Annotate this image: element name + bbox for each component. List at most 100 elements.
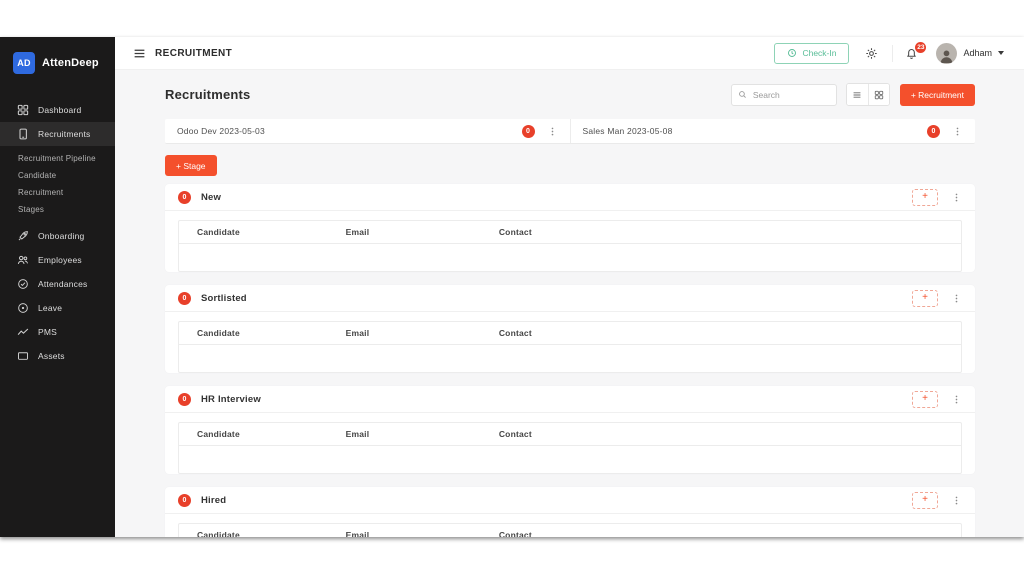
notifications-button[interactable]: 23 [905, 47, 918, 60]
kebab-icon [951, 394, 962, 405]
stage-menu-button[interactable] [938, 394, 962, 405]
stage-title: Sortlisted [201, 293, 912, 304]
sidebar-nav: Dashboard Recruitments Recruitment Pipel… [0, 98, 115, 368]
sidebar-item-pms[interactable]: PMS [0, 320, 115, 344]
sidebar-item-label: Dashboard [38, 105, 81, 115]
add-candidate-button[interactable]: + [912, 492, 938, 509]
add-candidate-button[interactable]: + [912, 189, 938, 206]
sidebar-item-label: Employees [38, 255, 82, 265]
table-empty-body [179, 244, 961, 271]
candidates-table: Candidate Email Contact [178, 523, 962, 537]
column-header-candidate: Candidate [179, 429, 328, 439]
tab-menu-button[interactable] [940, 126, 963, 137]
candidates-table: Candidate Email Contact [178, 422, 962, 474]
sidebar-item-employees[interactable]: Employees [0, 248, 115, 272]
tab-label: Odoo Dev 2023-05-03 [177, 126, 522, 136]
stage-card-sortlisted: 0 Sortlisted + Candidate Email Contact [165, 285, 975, 373]
stage-card-header: 0 Hired + [165, 487, 975, 514]
sidebar-subitem-candidate[interactable]: Candidate [0, 167, 115, 184]
sidebar: AD AttenDeep Dashboard Recruitments Recr… [0, 37, 115, 537]
tab-count-badge: 0 [522, 125, 535, 138]
tab-sales-man[interactable]: Sales Man 2023-05-08 0 [570, 119, 976, 143]
table-empty-body [179, 345, 961, 372]
kebab-icon [951, 293, 962, 304]
table-header-row: Candidate Email Contact [179, 322, 961, 345]
stage-menu-button[interactable] [938, 293, 962, 304]
stage-card-header: 0 New + [165, 184, 975, 211]
list-view-button[interactable] [847, 84, 868, 105]
app-window: AD AttenDeep Dashboard Recruitments Recr… [0, 37, 1024, 537]
add-stage-button[interactable]: + Stage [165, 155, 217, 176]
column-header-candidate: Candidate [179, 530, 328, 537]
stage-menu-button[interactable] [938, 495, 962, 506]
rocket-icon [17, 230, 29, 242]
stage-count-badge: 0 [178, 292, 191, 305]
topbar-divider [892, 45, 893, 62]
column-header-candidate: Candidate [179, 227, 328, 237]
brand-name: AttenDeep [42, 57, 99, 69]
table-empty-body [179, 446, 961, 473]
sidebar-item-label: Onboarding [38, 231, 84, 241]
stage-card-header: 0 Sortlisted + [165, 285, 975, 312]
check-in-button[interactable]: Check-In [774, 43, 849, 64]
search-icon [738, 90, 747, 99]
add-candidate-button[interactable]: + [912, 391, 938, 408]
sidebar-subitem-stages[interactable]: Stages [0, 201, 115, 218]
stage-title: New [201, 192, 912, 203]
topbar: RECRUITMENT Check-In 23 [115, 37, 1024, 70]
user-menu[interactable]: Adham [936, 43, 1004, 64]
tab-menu-button[interactable] [535, 126, 558, 137]
tab-count-badge: 0 [927, 125, 940, 138]
kebab-icon [952, 126, 963, 137]
search-box [731, 84, 837, 106]
column-header-contact: Contact [481, 530, 961, 537]
stage-menu-button[interactable] [938, 192, 962, 203]
sidebar-item-label: Assets [38, 351, 65, 361]
dashboard-grid-icon [17, 104, 29, 116]
sidebar-item-label: Attendances [38, 279, 87, 289]
sidebar-item-dashboard[interactable]: Dashboard [0, 98, 115, 122]
users-icon [17, 254, 29, 266]
stage-count-badge: 0 [178, 191, 191, 204]
column-header-contact: Contact [481, 328, 961, 338]
sidebar-submenu-recruitments: Recruitment Pipeline Candidate Recruitme… [0, 146, 115, 224]
add-candidate-button[interactable]: + [912, 290, 938, 307]
sidebar-item-recruitments[interactable]: Recruitments [0, 122, 115, 146]
sidebar-item-attendances[interactable]: Attendances [0, 272, 115, 296]
page-header: Recruitments [165, 83, 975, 106]
column-header-email: Email [328, 429, 481, 439]
stage-title: HR Interview [201, 394, 912, 405]
stage-count-badge: 0 [178, 494, 191, 507]
settings-button[interactable] [865, 47, 878, 60]
record-circle-icon [17, 302, 29, 314]
sidebar-item-label: PMS [38, 327, 57, 337]
sidebar-item-leave[interactable]: Leave [0, 296, 115, 320]
page: AD AttenDeep Dashboard Recruitments Recr… [0, 0, 1024, 576]
kebab-icon [951, 495, 962, 506]
tab-label: Sales Man 2023-05-08 [583, 126, 928, 136]
tab-odoo-dev[interactable]: Odoo Dev 2023-05-03 0 [165, 119, 570, 143]
column-header-contact: Contact [481, 227, 961, 237]
add-recruitment-button[interactable]: + Recruitment [900, 84, 975, 106]
trend-line-icon [17, 326, 29, 338]
stage-title: Hired [201, 495, 912, 506]
header-tools: + Recruitment [731, 83, 975, 106]
check-circle-icon [17, 278, 29, 290]
sidebar-item-assets[interactable]: Assets [0, 344, 115, 368]
grid-icon [874, 90, 884, 100]
sidebar-item-onboarding[interactable]: Onboarding [0, 224, 115, 248]
notification-count-badge: 23 [915, 42, 926, 53]
kebab-icon [951, 192, 962, 203]
menu-toggle-button[interactable] [133, 47, 146, 60]
avatar [936, 43, 957, 64]
kebab-icon [547, 126, 558, 137]
sidebar-subitem-recruitment[interactable]: Recruitment [0, 184, 115, 201]
table-header-row: Candidate Email Contact [179, 524, 961, 537]
stage-count-badge: 0 [178, 393, 191, 406]
chevron-down-icon [998, 51, 1004, 55]
column-header-email: Email [328, 530, 481, 537]
column-header-email: Email [328, 227, 481, 237]
column-header-candidate: Candidate [179, 328, 328, 338]
sidebar-subitem-recruitment-pipeline[interactable]: Recruitment Pipeline [0, 150, 115, 167]
grid-view-button[interactable] [868, 84, 889, 105]
